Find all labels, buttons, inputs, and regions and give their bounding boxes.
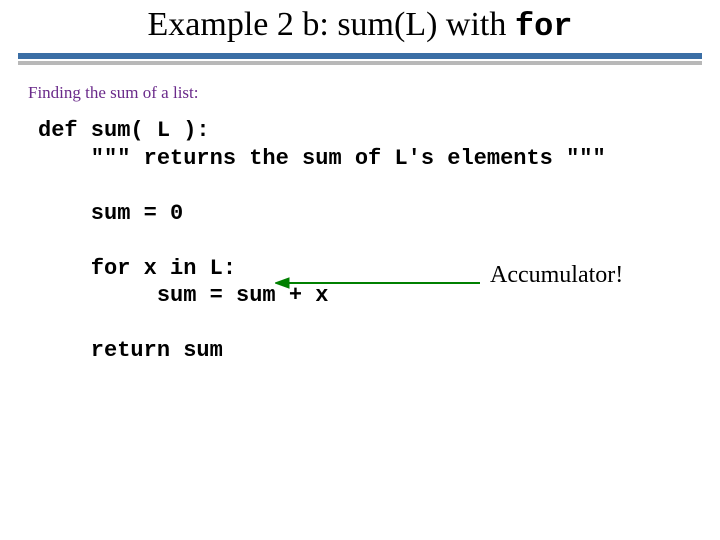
slide-title-wrap: Example 2 b: sum(L) with for bbox=[0, 0, 720, 45]
slide-title: Example 2 b: sum(L) with for bbox=[148, 6, 573, 43]
title-mono: for bbox=[515, 8, 573, 45]
title-prefix: Example 2 b: sum(L) with bbox=[148, 6, 515, 43]
subheading: Finding the sum of a list: bbox=[28, 83, 720, 103]
title-underline-shadow bbox=[18, 61, 702, 65]
code-block: def sum( L ): """ returns the sum of L's… bbox=[38, 117, 720, 365]
annotation-accumulator: Accumulator! bbox=[490, 262, 623, 289]
arrow-icon bbox=[275, 274, 480, 292]
title-underline-bar bbox=[18, 53, 702, 59]
title-underline bbox=[18, 53, 702, 65]
